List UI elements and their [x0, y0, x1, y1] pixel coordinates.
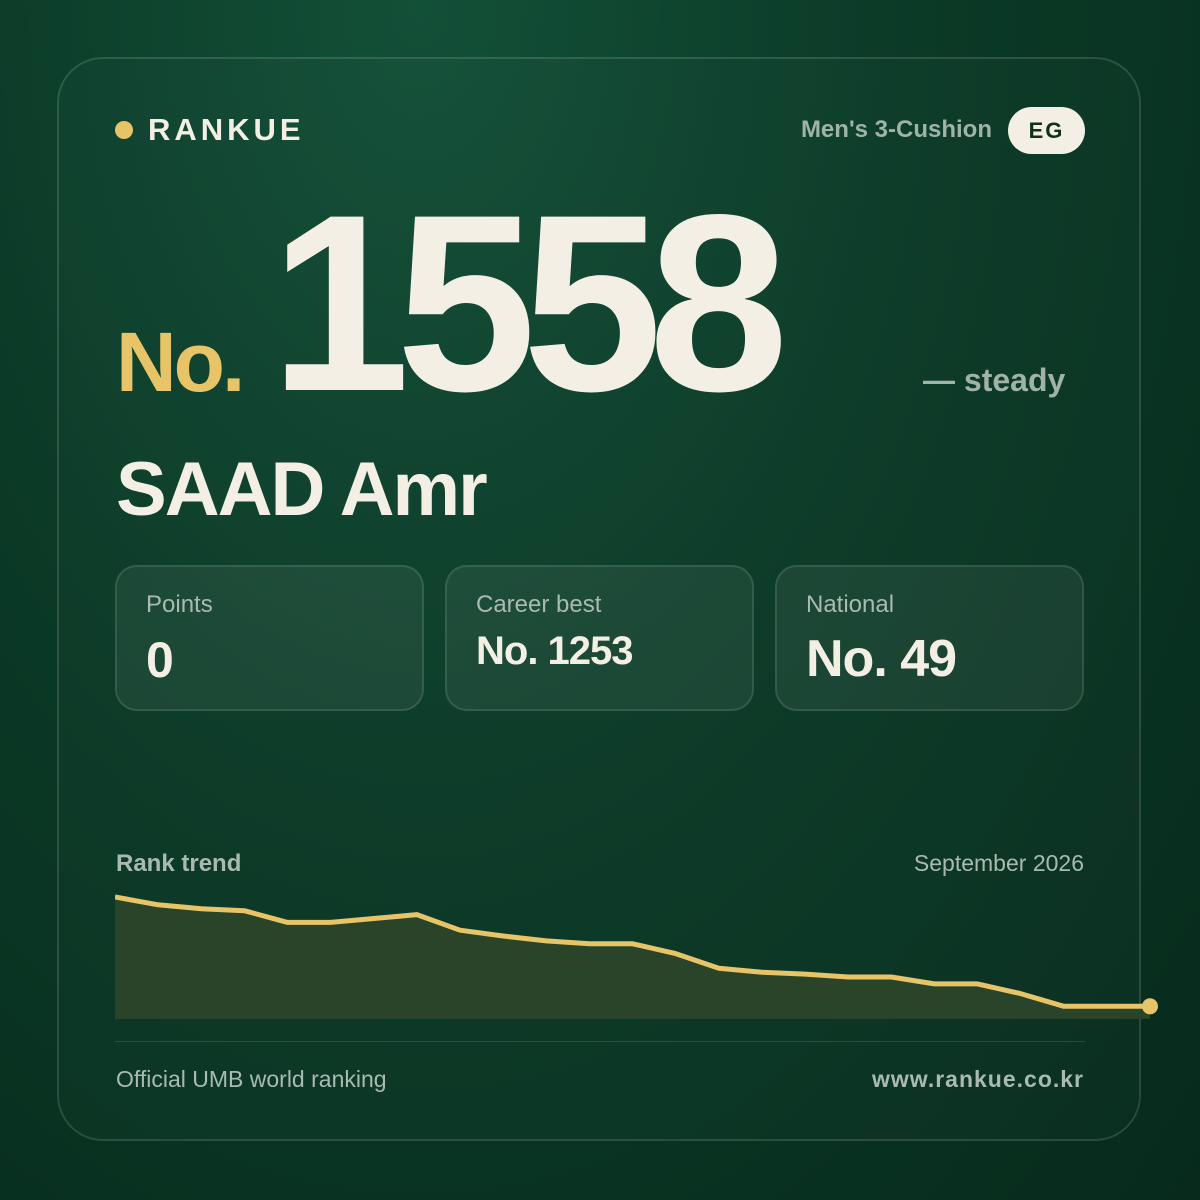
trend-current-point: [1142, 998, 1158, 1015]
brand-name: RANKUE: [148, 112, 305, 147]
rank-trend-label: — steady: [923, 362, 1066, 398]
rank-prefix: No.: [116, 315, 245, 409]
stat-card-career-best: Career best No. 1253: [445, 565, 754, 711]
footer-divider: [115, 1041, 1085, 1042]
category-label: Men's 3-Cushion: [800, 116, 992, 143]
stat-label: Career best: [476, 591, 602, 618]
rank-trend-chart: [115, 894, 1158, 1019]
stat-value: No. 1253: [476, 629, 634, 673]
player-name: SAAD Amr: [116, 447, 488, 532]
chart-title: Rank trend: [116, 850, 242, 877]
stat-card-points: Points 0: [115, 565, 424, 711]
rank-number: 1558: [270, 163, 789, 444]
chart-date: September 2026: [913, 850, 1084, 876]
brand-logo: RANKUE: [115, 112, 305, 148]
stat-label: National: [806, 591, 895, 618]
stat-value: 0: [146, 632, 174, 688]
brand-dot-icon: [115, 121, 133, 139]
footer-source: Official UMB world ranking: [116, 1066, 387, 1092]
stat-card-national: National No. 49: [775, 565, 1084, 711]
footer-website: www.rankue.co.kr: [872, 1066, 1084, 1092]
stat-label: Points: [146, 591, 213, 618]
country-badge: EG: [1008, 107, 1085, 154]
stat-value: No. 49: [806, 630, 957, 688]
